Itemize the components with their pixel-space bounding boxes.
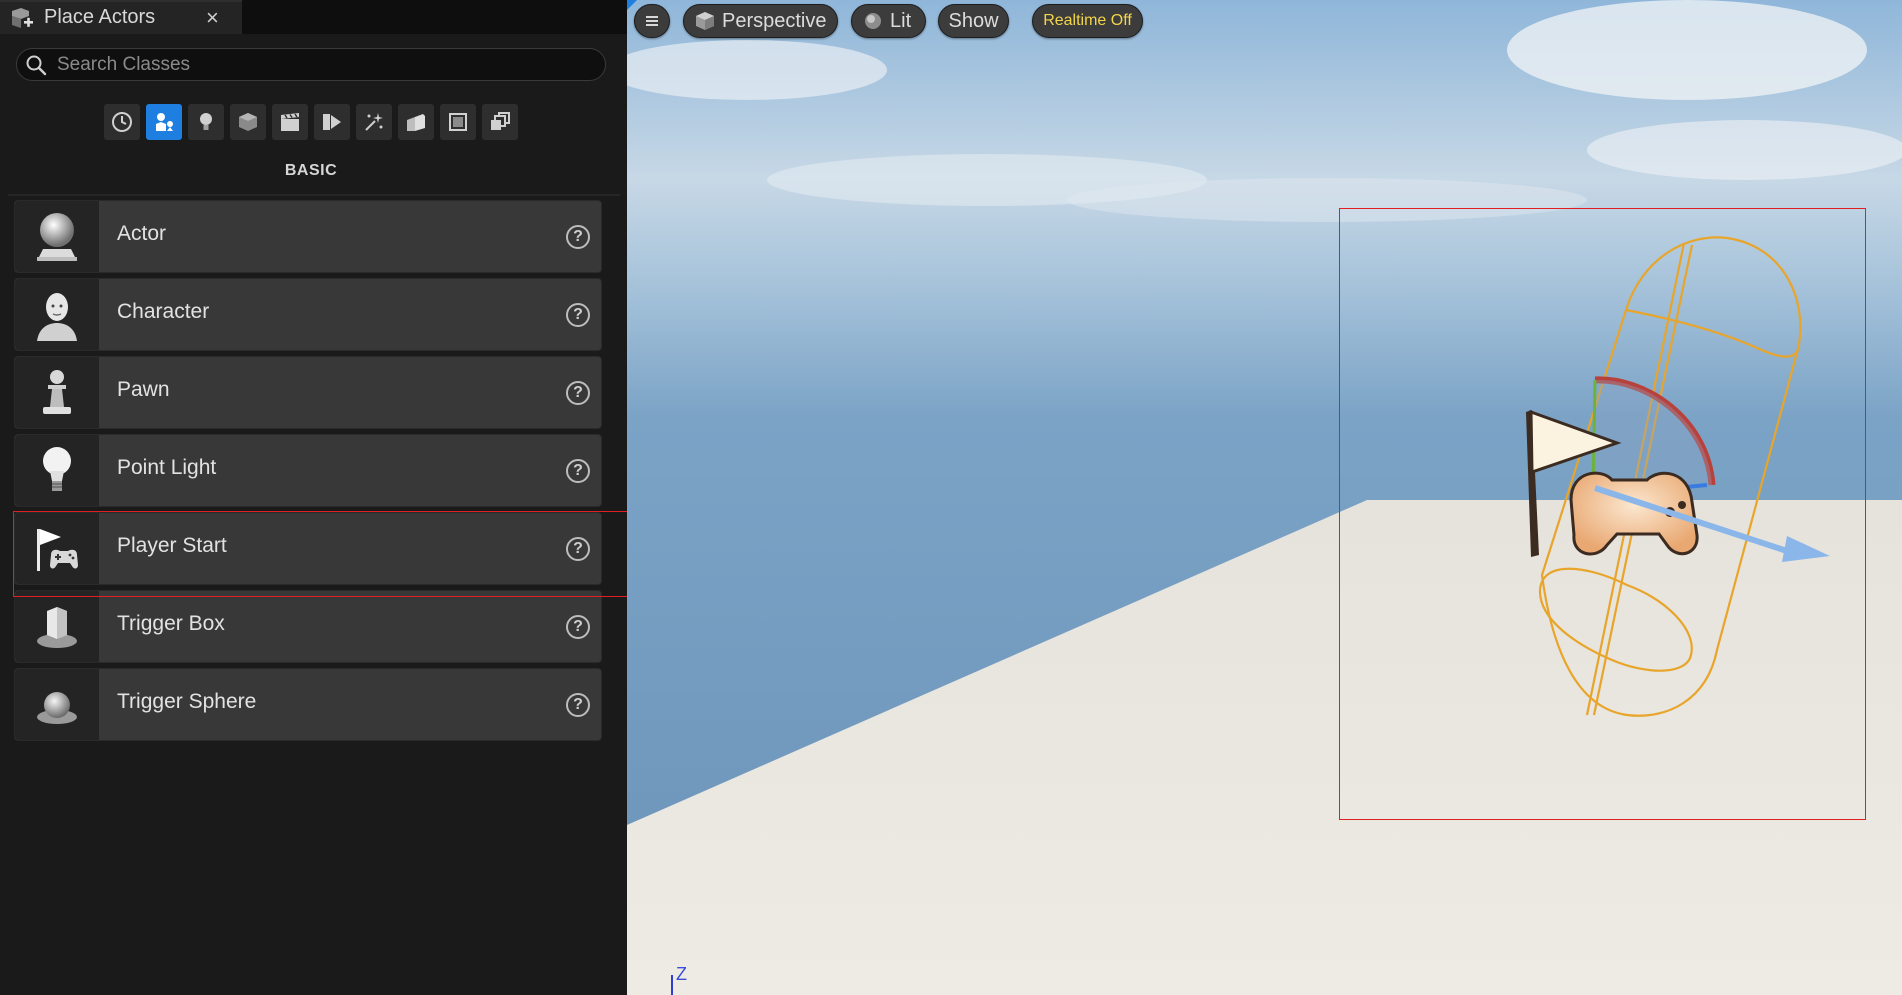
realtime-label: Realtime Off <box>1043 12 1132 29</box>
category-geometry-button[interactable] <box>398 104 434 140</box>
show-button[interactable]: Show <box>938 4 1009 38</box>
lit-label: Lit <box>890 9 912 32</box>
list-item-character[interactable]: Character ? <box>14 278 602 351</box>
actor-thumbnail <box>15 669 99 740</box>
lit-sphere-icon <box>865 13 881 29</box>
pawn-icon <box>43 369 71 414</box>
light-bulb-icon <box>43 446 71 491</box>
viewport-scene <box>627 0 1902 995</box>
actor-label: Trigger Sphere <box>117 690 257 713</box>
viewport-corner-indicator <box>627 0 637 10</box>
perspective-button[interactable]: Perspective <box>683 4 838 38</box>
trigger-box-icon <box>37 606 77 648</box>
list-item-trigger-box[interactable]: Trigger Box ? <box>14 590 602 663</box>
cloud <box>1067 178 1587 222</box>
trigger-sphere-icon <box>37 691 77 724</box>
help-icon[interactable]: ? <box>566 381 590 405</box>
actor-label: Trigger Box <box>117 612 225 635</box>
search-icon <box>26 55 47 76</box>
category-volumes-button[interactable] <box>440 104 476 140</box>
actor-sphere-icon <box>37 212 77 261</box>
list-item-point-light[interactable]: Point Light ? <box>14 434 602 507</box>
list-item-player-start[interactable]: Player Start ? <box>14 512 602 585</box>
help-icon[interactable]: ? <box>566 615 590 639</box>
shapes-cube-icon <box>239 113 257 131</box>
place-actors-icon <box>12 8 33 28</box>
actor-thumbnail <box>15 279 99 350</box>
volumes-icon <box>449 113 467 131</box>
tab-place-actors[interactable]: Place Actors × <box>0 0 242 34</box>
character-head-icon <box>37 292 77 341</box>
cloud <box>1587 120 1902 180</box>
actor-label: Actor <box>117 222 167 245</box>
actor-thumbnail <box>15 513 99 584</box>
visual-effects-icon <box>323 114 341 130</box>
actor-thumbnail <box>15 591 99 662</box>
category-visual-effects-button[interactable] <box>314 104 350 140</box>
recently-placed-icon <box>112 112 132 132</box>
help-icon[interactable]: ? <box>566 303 590 327</box>
list-item-pawn[interactable]: Pawn ? <box>14 356 602 429</box>
category-recent-button[interactable] <box>104 104 140 140</box>
category-cinematic-button[interactable] <box>272 104 308 140</box>
list-item-actor[interactable]: Actor ? <box>14 200 602 273</box>
actor-label: Point Light <box>117 456 217 479</box>
tab-bar: Place Actors × <box>0 0 627 34</box>
actor-label: Player Start <box>117 534 227 557</box>
z-axis-label: Z <box>676 964 687 984</box>
place-actors-panel: Place Actors × Search Classes BASIC Acto… <box>0 0 628 995</box>
close-icon[interactable]: × <box>206 5 219 31</box>
category-all-classes-button[interactable] <box>482 104 518 140</box>
section-title-basic: BASIC <box>284 162 338 179</box>
geometry-icon <box>407 114 425 131</box>
cinematic-icon <box>281 113 299 131</box>
category-shapes-button[interactable] <box>230 104 266 140</box>
viewport-menu-button[interactable] <box>634 4 670 38</box>
actor-label: Character <box>117 300 210 323</box>
realtime-off-button[interactable]: Realtime Off <box>1032 4 1143 38</box>
perspective-cube-icon <box>696 12 714 30</box>
actor-thumbnail <box>15 357 99 428</box>
category-toolbar <box>104 104 518 140</box>
category-basic-button[interactable] <box>146 104 182 140</box>
cloud <box>1507 0 1867 100</box>
show-label: Show <box>948 9 999 32</box>
help-icon[interactable]: ? <box>566 225 590 249</box>
actor-label: Pawn <box>117 378 170 401</box>
perspective-label: Perspective <box>722 9 827 32</box>
search-input[interactable] <box>57 53 597 77</box>
help-icon[interactable]: ? <box>566 537 590 561</box>
hamburger-menu-icon <box>646 16 658 26</box>
basic-shapes-icon <box>156 113 173 131</box>
help-icon[interactable]: ? <box>566 693 590 717</box>
tab-title: Place Actors <box>44 6 156 28</box>
all-classes-icon <box>491 112 510 130</box>
actor-thumbnail <box>15 435 99 506</box>
category-particles-button[interactable] <box>356 104 392 140</box>
particles-icon <box>365 113 383 131</box>
help-icon[interactable]: ? <box>566 459 590 483</box>
player-start-flag-icon <box>37 528 78 571</box>
search-box <box>16 48 606 81</box>
category-lights-button[interactable] <box>188 104 224 140</box>
section-divider <box>8 194 620 196</box>
lights-icon <box>200 113 212 130</box>
z-axis-indicator <box>671 975 673 995</box>
lit-button[interactable]: Lit <box>851 4 926 38</box>
level-viewport[interactable]: Perspective Lit Show Realtime Off Z <box>627 0 1902 995</box>
actor-thumbnail <box>15 201 99 272</box>
list-item-trigger-sphere[interactable]: Trigger Sphere ? <box>14 668 602 741</box>
